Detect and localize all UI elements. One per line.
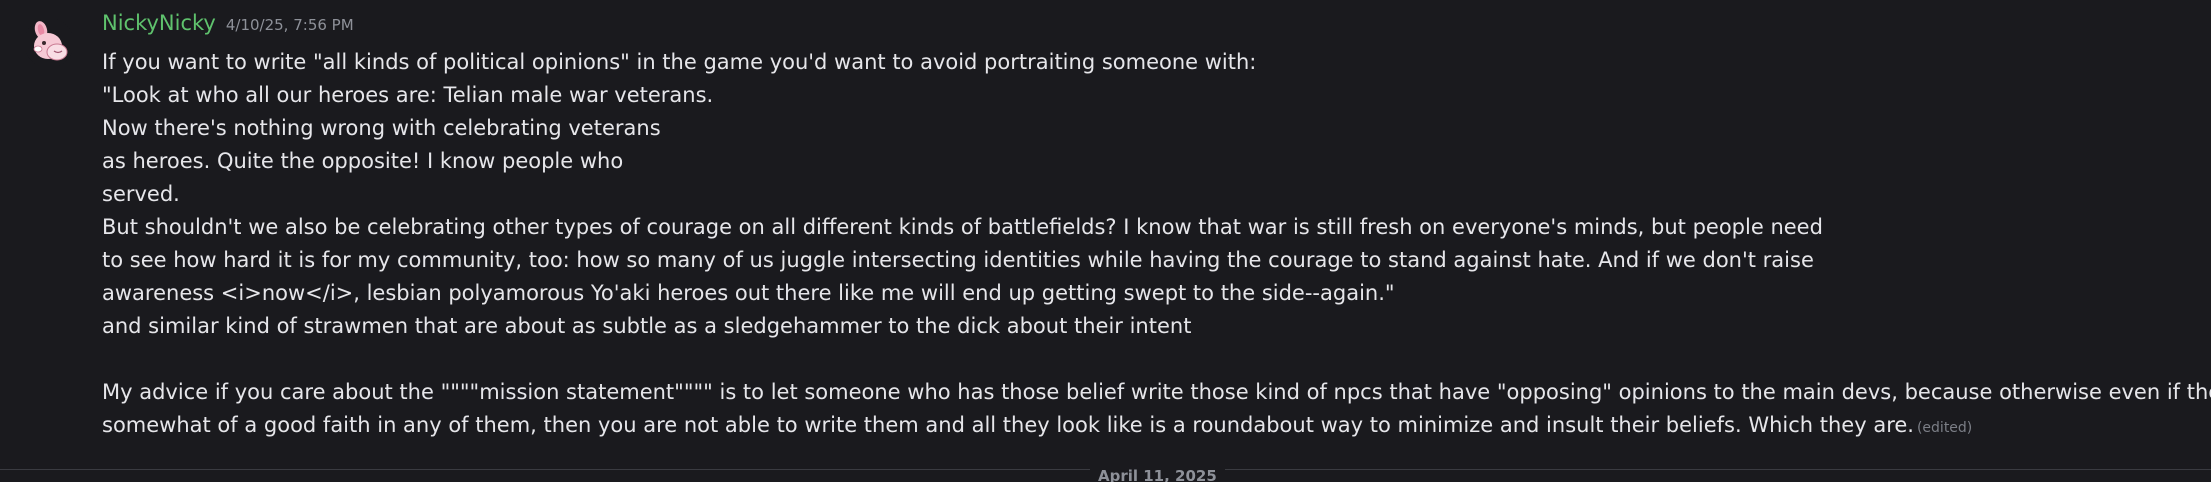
message-content: If you want to write "all kinds of polit… — [102, 46, 2211, 442]
message-line: and similar kind of strawmen that are ab… — [102, 314, 1192, 338]
message-line: served. — [102, 182, 180, 206]
message-line: Now there's nothing wrong with celebrati… — [102, 116, 661, 140]
message-line: "Look at who all our heroes are: Telian … — [102, 83, 714, 107]
message-line: as heroes. Quite the opposite! I know pe… — [102, 149, 624, 173]
message-line: If you want to write "all kinds of polit… — [102, 50, 1257, 74]
edited-label: (edited) — [1916, 420, 1973, 436]
message-line: But shouldn't we also be celebrating oth… — [102, 215, 1823, 239]
username[interactable]: NickyNicky — [102, 11, 216, 35]
pink-bunny-avatar-icon — [24, 18, 74, 68]
message-header: NickyNicky 4/10/25, 7:56 PM — [102, 11, 354, 41]
timestamp[interactable]: 4/10/25, 7:56 PM — [226, 16, 354, 34]
message-last-line: somewhat of a good faith in any of them,… — [102, 409, 2202, 442]
chat-view: NickyNicky 4/10/25, 7:56 PM If you want t… — [0, 0, 2211, 482]
message-line-text: somewhat of a good faith in any of them,… — [102, 413, 1914, 437]
message-line: My advice if you care about the """"miss… — [102, 380, 2211, 404]
date-divider-label: April 11, 2025 — [1090, 466, 1225, 482]
avatar[interactable] — [24, 18, 74, 68]
message-line: to see how hard it is for my community, … — [102, 248, 1814, 272]
message-line: awareness <i>now</i>, lesbian polyamorou… — [102, 281, 1395, 305]
